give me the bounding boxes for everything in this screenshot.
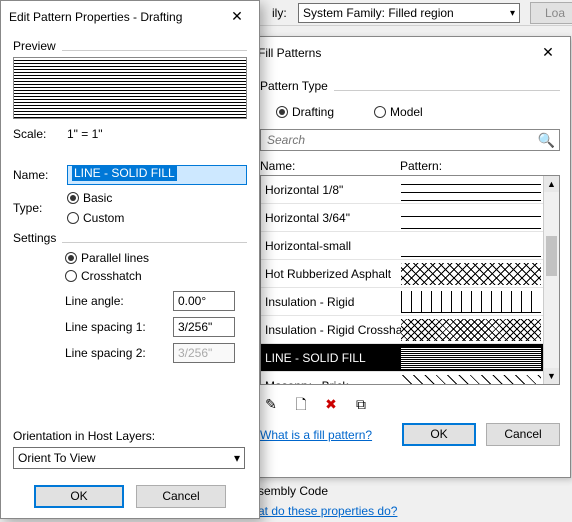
scroll-up-icon[interactable]: ▲ — [544, 176, 559, 192]
close-icon[interactable]: ✕ — [534, 43, 562, 63]
pattern-row[interactable]: Insulation - Rigid Crossha — [261, 316, 543, 344]
pattern-row-name: Horizontal 3/64" — [261, 211, 401, 225]
col-header-name: Name: — [260, 159, 400, 173]
line-spacing1-label: Line spacing 1: — [65, 320, 165, 334]
duplicate-pattern-icon[interactable]: ⧉ — [350, 393, 372, 415]
line-angle-label: Line angle: — [65, 294, 165, 308]
fill-patterns-dialog: Fill Patterns ✕ Pattern Type Drafting Mo… — [249, 36, 571, 478]
family-type-combo[interactable]: System Family: Filled region ▾ — [298, 3, 520, 23]
what-is-fill-pattern-link[interactable]: What is a fill pattern? — [260, 428, 392, 442]
scrollbar[interactable]: ▲ ▼ — [543, 176, 559, 384]
col-header-pattern: Pattern: — [400, 159, 442, 173]
scroll-down-icon[interactable]: ▼ — [544, 368, 559, 384]
edit-pattern-icon[interactable]: ✎ — [260, 393, 282, 415]
divider — [62, 242, 247, 243]
pattern-swatch — [401, 207, 541, 229]
radio-parallel[interactable]: Parallel lines — [65, 251, 247, 265]
ok-button[interactable]: OK — [402, 423, 476, 446]
ok-button[interactable]: OK — [34, 485, 124, 508]
radio-crosshatch[interactable]: Crosshatch — [65, 269, 247, 283]
radio-custom[interactable]: Custom — [67, 211, 124, 225]
scale-label: Scale: — [13, 127, 59, 141]
scroll-thumb[interactable] — [546, 236, 557, 276]
orientation-combo[interactable]: Orient To View ▾ — [13, 447, 245, 469]
type-label: Type: — [13, 201, 59, 215]
radio-icon — [67, 192, 79, 204]
new-pattern-icon[interactable]: 🗋 — [290, 393, 312, 415]
pattern-swatch — [401, 291, 541, 313]
pattern-name-input[interactable]: LINE - SOLID FILL — [67, 165, 247, 185]
radio-model-label: Model — [390, 105, 423, 119]
pattern-type-group-label: Pattern Type — [260, 79, 328, 93]
pattern-swatch — [401, 319, 541, 341]
pattern-row[interactable]: Masonry - Brick — [261, 372, 543, 384]
pattern-row-name: LINE - SOLID FILL — [261, 351, 401, 365]
pattern-row-name: Insulation - Rigid — [261, 295, 401, 309]
settings-label: Settings — [13, 231, 56, 245]
assembly-code-label: sembly Code — [258, 484, 564, 498]
radio-drafting-label: Drafting — [292, 105, 334, 119]
pattern-preview — [13, 57, 247, 119]
preview-label: Preview — [13, 39, 56, 53]
family-label-suffix: ily: — [272, 6, 287, 20]
radio-icon — [67, 212, 79, 224]
orientation-label: Orientation in Host Layers: — [13, 429, 247, 443]
fill-patterns-title: Fill Patterns — [258, 46, 321, 60]
radio-parallel-label: Parallel lines — [81, 251, 149, 265]
radio-model[interactable]: Model — [374, 105, 423, 119]
chevron-down-icon: ▾ — [234, 451, 240, 465]
family-type-value: System Family: Filled region — [303, 6, 454, 20]
pattern-row-name: Horizontal 1/8" — [261, 183, 401, 197]
pattern-row[interactable]: Horizontal 3/64" — [261, 204, 543, 232]
edit-pattern-dialog: Edit Pattern Properties - Drafting ✕ Pre… — [0, 0, 260, 519]
name-label: Name: — [13, 168, 59, 182]
pattern-swatch — [401, 375, 541, 385]
divider — [334, 90, 560, 91]
load-button[interactable]: Loa — [530, 2, 572, 24]
radio-crosshatch-label: Crosshatch — [81, 269, 142, 283]
cancel-button[interactable]: Cancel — [136, 485, 226, 508]
chevron-down-icon: ▾ — [510, 8, 515, 19]
pattern-swatch — [401, 263, 541, 285]
pattern-swatch — [401, 235, 541, 257]
pattern-swatch — [401, 347, 541, 369]
search-field[interactable] — [265, 132, 538, 148]
pattern-row-name: Horizontal-small — [261, 239, 401, 253]
radio-icon — [65, 252, 77, 264]
scale-value: 1" = 1" — [67, 127, 103, 141]
line-spacing2-label: Line spacing 2: — [65, 346, 165, 360]
orientation-value: Orient To View — [18, 451, 96, 465]
fill-patterns-titlebar[interactable]: Fill Patterns ✕ — [250, 37, 570, 69]
pattern-row[interactable]: Insulation - Rigid — [261, 288, 543, 316]
pattern-row[interactable]: Horizontal 1/8" — [261, 176, 543, 204]
radio-icon — [374, 106, 386, 118]
radio-icon — [276, 106, 288, 118]
line-spacing2-input — [173, 343, 235, 363]
radio-basic-label: Basic — [83, 191, 112, 205]
pattern-row[interactable]: LINE - SOLID FILL — [261, 344, 543, 372]
pattern-row[interactable]: Horizontal-small — [261, 232, 543, 260]
properties-help-link[interactable]: at do these properties do? — [258, 504, 564, 518]
pattern-list: Horizontal 1/8" Horizontal 3/64" Horizonta… — [260, 175, 560, 385]
radio-custom-label: Custom — [83, 211, 124, 225]
pattern-row-name: Masonry - Brick — [261, 379, 401, 385]
delete-pattern-icon[interactable]: ✖ — [320, 393, 342, 415]
radio-basic[interactable]: Basic — [67, 191, 124, 205]
line-spacing1-input[interactable] — [173, 317, 235, 337]
cancel-button[interactable]: Cancel — [486, 423, 560, 446]
edit-pattern-title: Edit Pattern Properties - Drafting — [9, 10, 182, 24]
pattern-row-name: Hot Rubberized Asphalt — [261, 267, 401, 281]
edit-pattern-titlebar[interactable]: Edit Pattern Properties - Drafting ✕ — [1, 1, 259, 33]
pattern-row-name: Insulation - Rigid Crossha — [261, 323, 401, 337]
pattern-row[interactable]: Hot Rubberized Asphalt — [261, 260, 543, 288]
pattern-swatch — [401, 179, 541, 201]
line-angle-input[interactable] — [173, 291, 235, 311]
radio-icon — [65, 270, 77, 282]
radio-drafting[interactable]: Drafting — [276, 105, 334, 119]
search-icon[interactable]: 🔍 — [538, 132, 555, 149]
close-icon[interactable]: ✕ — [223, 7, 251, 27]
divider — [62, 50, 247, 51]
search-input[interactable]: 🔍 — [260, 129, 560, 151]
